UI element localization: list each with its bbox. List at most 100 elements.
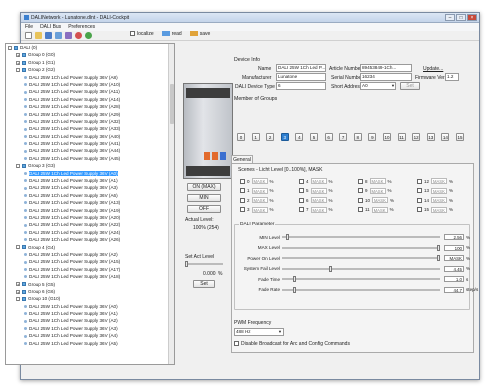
set-level-slider[interactable] [185,261,223,267]
scene-checkbox[interactable] [240,197,245,203]
scene-value[interactable]: MASK [371,206,388,213]
tree-device-node[interactable]: DALI 25W 1Ch Led Power Supply 36V (A29) [6,111,174,118]
scene-checkbox[interactable] [299,197,304,203]
param-slider[interactable] [282,286,440,293]
param-slider[interactable] [282,244,440,251]
short-address-set-button[interactable]: Set [400,82,420,90]
tree-group-node[interactable]: + Group 5 (G5) [6,281,174,288]
expand-icon[interactable]: + [16,53,20,58]
group-toggle-13[interactable]: 13 [426,133,435,141]
tree-device-node[interactable]: DALI 25W 1Ch Led Power Supply 36V (A0) [6,170,174,177]
tree-device-node[interactable]: DALI 25W 1Ch Led Power Supply 36V (A18) [6,273,174,280]
disable-broadcast-checkbox[interactable]: Disable Broadcast for Arc and Config Com… [234,341,350,347]
open-icon[interactable] [35,32,42,39]
group-toggle-14[interactable]: 14 [441,133,450,141]
scene-checkbox[interactable] [358,188,363,193]
param-value[interactable]: 4.45 [444,265,464,272]
group-toggle-12[interactable]: 12 [412,133,421,141]
collapse-icon[interactable]: - [16,297,20,302]
slider-knob[interactable] [437,255,440,261]
slider-knob[interactable] [437,244,440,251]
slider-knob[interactable] [293,286,296,293]
tree-device-node[interactable]: DALI 25W 1Ch Led Power Supply 36V (A41) [6,140,174,147]
off-button[interactable]: OFF [187,205,221,213]
localize-checkbox[interactable]: localize [130,31,154,37]
scan-icon[interactable] [65,32,72,39]
group-toggle-6[interactable]: 6 [324,133,333,141]
scene-checkbox[interactable] [299,188,304,193]
tree-device-node[interactable]: DALI 25W 1Ch Led Power Supply 36V (A5) [6,340,174,347]
tree-group-node[interactable]: + Group 1 (G1) [6,59,174,66]
tree-device-node[interactable]: DALI 25W 1Ch Led Power Supply 36V (A22) [6,221,174,228]
param-value[interactable]: 2.56 [444,234,464,240]
scene-value[interactable]: MASK [372,197,389,203]
tree-device-node[interactable]: DALI 25W 1Ch Led Power Supply 36V (A10) [6,81,174,88]
tree-device-node[interactable]: DALI 25W 1Ch Led Power Supply 36V (A3) [6,325,174,332]
update-link[interactable]: Update... [423,66,443,72]
tree-device-node[interactable]: DALI 25W 1Ch Led Power Supply 36V (A40) [6,133,174,140]
tree-device-node[interactable]: DALI 25W 1Ch Led Power Supply 36V (A33) [6,125,174,132]
slider-knob[interactable] [293,276,296,282]
param-value[interactable]: 100 [444,244,464,251]
scene-value[interactable]: MASK [251,197,268,203]
param-slider[interactable] [282,255,440,261]
scene-value[interactable]: MASK [431,206,448,213]
tree-device-node[interactable]: DALI 25W 1Ch Led Power Supply 36V (A0) [6,303,174,310]
tree-group-node[interactable]: + Group 0 (G0) [6,51,174,58]
expand-icon[interactable]: + [16,60,20,65]
set-level-button[interactable]: Set [193,280,215,288]
scene-checkbox[interactable] [299,207,304,212]
scene-value[interactable]: MASK [251,178,268,184]
group-toggle-8[interactable]: 8 [353,133,362,141]
tree-device-node[interactable]: DALI 25W 1Ch Led Power Supply 36V (A15) [6,258,174,265]
name-field[interactable]: DALI 25W 1Ch Led P... [276,64,326,72]
min-button[interactable]: MIN [187,194,221,202]
on-max-button[interactable]: ON (MAX) [187,183,221,191]
group-toggle-0[interactable]: 0 [237,133,245,141]
scene-value[interactable]: MASK [251,187,268,194]
scene-value[interactable]: MASK [431,197,448,203]
tree-group-node[interactable]: - Group 10 (G10) [6,295,174,302]
tree-device-node[interactable]: DALI 25W 1Ch Led Power Supply 36V (A26) [6,236,174,243]
tree-scrollbar[interactable] [168,44,174,364]
tree-group-node[interactable]: - Group 4 (G4) [6,244,174,251]
collapse-icon[interactable]: - [16,245,20,250]
save-device-button[interactable]: save [189,31,210,37]
expand-icon[interactable]: + [16,289,20,294]
menu-preferences[interactable]: Preferences [68,24,95,30]
slider-knob[interactable] [185,261,188,267]
scene-value[interactable]: MASK [431,178,448,184]
scene-value[interactable]: MASK [310,197,327,203]
scene-checkbox[interactable] [240,178,245,184]
stop-icon[interactable] [75,32,82,39]
scene-checkbox[interactable] [358,197,363,203]
scene-value[interactable]: MASK [310,187,327,194]
minimize-button[interactable]: – [445,14,455,21]
param-value[interactable]: 44.7 [444,286,464,293]
maximize-button[interactable]: □ [456,14,466,21]
tree-device-node[interactable]: DALI 25W 1Ch Led Power Supply 36V (A8) [6,74,174,81]
tree-device-node[interactable]: DALI 25W 1Ch Led Power Supply 36V (A32) [6,118,174,125]
device-tree[interactable]: - DALI (0) + Group 0 (G0) + Group 1 (G1) - Grou… [5,43,175,365]
scene-checkbox[interactable] [240,207,245,212]
slider-knob[interactable] [329,265,332,272]
pwm-select[interactable]: 488 Hz [234,328,284,336]
param-slider[interactable] [282,234,440,240]
scene-checkbox[interactable] [417,197,422,203]
collapse-icon[interactable]: - [8,45,12,50]
param-slider[interactable] [282,276,440,282]
tree-group-node[interactable]: - Group 2 (G2) [6,66,174,73]
network-icon[interactable] [55,32,62,39]
slider-knob[interactable] [286,234,289,240]
tree-device-node[interactable]: DALI 25W 1Ch Led Power Supply 36V (A28) [6,103,174,110]
collapse-icon[interactable]: - [16,164,20,169]
scene-value[interactable]: MASK [431,187,448,194]
group-toggle-9[interactable]: 9 [368,133,377,141]
scene-checkbox[interactable] [417,188,422,193]
tree-group-node[interactable]: + Group 6 (G6) [6,288,174,295]
scene-checkbox[interactable] [358,178,363,184]
tree-device-node[interactable]: DALI 25W 1Ch Led Power Supply 36V (A13) [6,199,174,206]
tree-device-node[interactable]: DALI 25W 1Ch Led Power Supply 36V (A20) [6,214,174,221]
param-value[interactable]: 1.0 [444,276,464,282]
tree-device-node[interactable]: DALI 25W 1Ch Led Power Supply 36V (A4) [6,332,174,339]
